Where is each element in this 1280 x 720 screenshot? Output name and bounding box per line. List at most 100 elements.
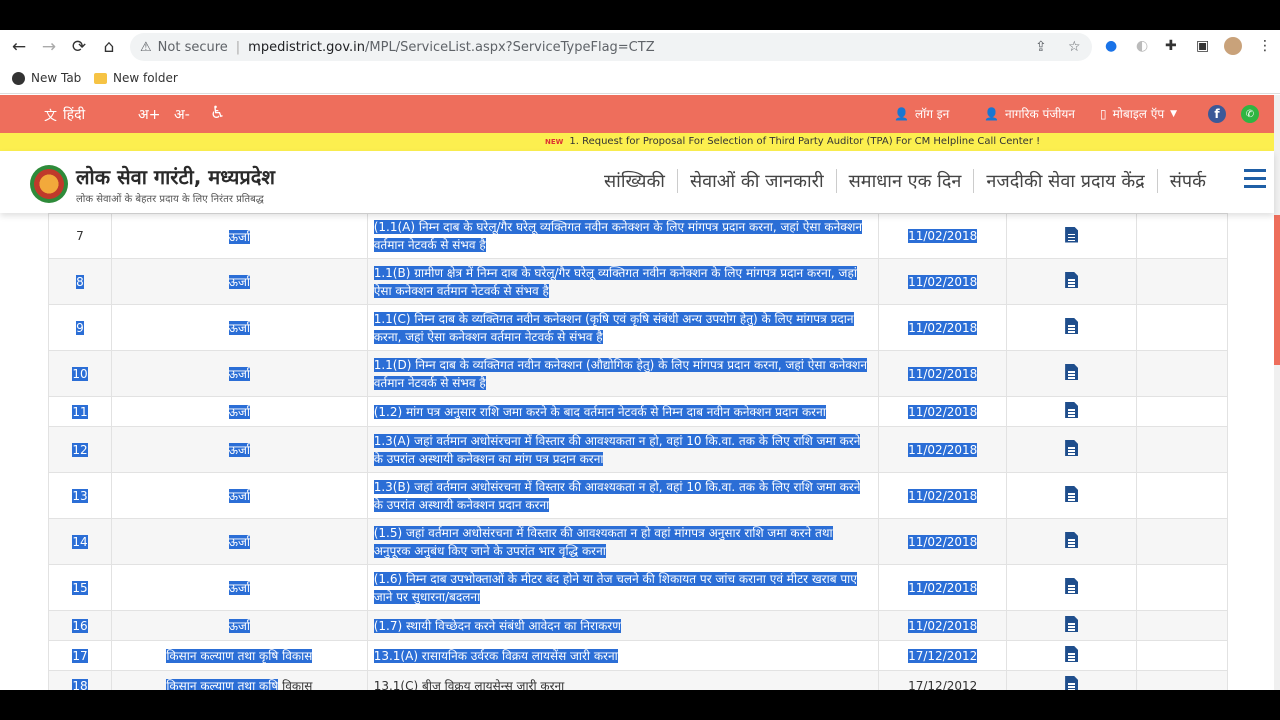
table-row: 12 ऊर्जा 1.3(A) जहां वर्तमान अधोसंरचना में…: [48, 426, 1228, 473]
extra-cell: [1136, 396, 1228, 427]
document-icon[interactable]: [1065, 272, 1079, 288]
puzzle-icon[interactable]: ✚: [1165, 38, 1177, 54]
folder-icon: [94, 72, 107, 84]
nav-samadhan-ek-din[interactable]: समाधान एक दिन: [837, 169, 975, 193]
table-row: 16 ऊर्जा (1.7) स्थायी विच्छेदन करने संबंधी…: [48, 610, 1228, 641]
hamburger-menu-icon[interactable]: [1244, 169, 1266, 189]
service-date: 11/02/2018: [908, 488, 978, 503]
extra-cell: [1136, 213, 1228, 259]
document-icon[interactable]: [1065, 318, 1079, 334]
service-date: 11/02/2018: [908, 366, 978, 381]
nav-nearby-centre[interactable]: नजदीकी सेवा प्रदाय केंद्र: [974, 169, 1158, 193]
nav-statistics[interactable]: सांख्यिकी: [592, 169, 678, 193]
language-toggle[interactable]: 文 हिंदी: [44, 105, 85, 124]
date-cell: 17/12/2012: [878, 640, 1008, 671]
document-icon[interactable]: [1065, 532, 1079, 548]
document-cell: [1006, 350, 1138, 397]
bookmark-new-folder[interactable]: New folder: [94, 71, 178, 85]
url-field[interactable]: ⚠ Not secure | mpedistrict.gov.in/MPL/Se…: [130, 33, 1092, 61]
document-icon[interactable]: [1065, 486, 1079, 502]
page-scrollbar[interactable]: [1274, 95, 1280, 690]
font-decrease-button[interactable]: अ-: [174, 105, 190, 124]
table-row: 9 ऊर्जा 1.1(C) निम्न दाब के व्यक्तिगत नवीन…: [48, 304, 1228, 351]
share-icon[interactable]: ⇪: [1035, 39, 1047, 55]
document-icon[interactable]: [1065, 676, 1079, 690]
service-cell: 1.1(B) ग्रामीण क्षेत्र में निम्न दाब के …: [366, 258, 880, 305]
font-increase-button[interactable]: अ+: [138, 105, 160, 124]
extension-icon-2[interactable]: ◐: [1136, 38, 1148, 54]
serial-cell: 8: [48, 258, 112, 305]
extra-cell: [1136, 640, 1228, 671]
serial-number: 18: [72, 678, 88, 690]
chevron-down-icon: ▼: [1170, 108, 1178, 119]
translate-icon: 文: [44, 109, 58, 124]
document-cell: [1006, 518, 1138, 565]
table-body: 7 ऊर्जा (1.1(A) निम्न दाब के घरेलू/गैर घरे…: [48, 213, 1228, 690]
dept-text: ऊर्जा: [228, 275, 251, 289]
nav-contact[interactable]: संपर्क: [1158, 169, 1218, 193]
date-cell: 11/02/2018: [878, 472, 1008, 519]
date-cell: 11/02/2018: [878, 426, 1008, 473]
not-secure-label: Not secure: [157, 39, 228, 55]
extra-cell: [1136, 304, 1228, 351]
extra-cell: [1136, 472, 1228, 519]
login-link[interactable]: 👤 लॉग इन: [894, 105, 949, 122]
document-cell: [1006, 426, 1138, 473]
service-cell: (1.5) जहां वर्तमान अधोसंरचना में विस्तार…: [366, 518, 880, 565]
document-cell: [1006, 258, 1138, 305]
accessibility-icon[interactable]: ♿: [210, 103, 225, 123]
nav-services-info[interactable]: सेवाओं की जानकारी: [678, 169, 837, 193]
reload-icon[interactable]: ⟳: [64, 32, 94, 62]
scrollbar-thumb[interactable]: [1274, 215, 1280, 365]
sidebar-icon[interactable]: ▣: [1196, 38, 1209, 54]
new-badge: NEW: [545, 138, 564, 146]
document-icon[interactable]: [1065, 578, 1079, 594]
news-ticker: NEW 1. Request for Proposal For Selection…: [0, 133, 1274, 151]
document-icon[interactable]: [1065, 226, 1079, 243]
document-icon[interactable]: [1065, 616, 1079, 632]
extension-icon[interactable]: ●: [1105, 38, 1117, 54]
forward-icon[interactable]: →: [34, 32, 64, 62]
whatsapp-icon[interactable]: ✆: [1241, 105, 1259, 123]
serial-number: 17: [72, 648, 88, 663]
facebook-icon[interactable]: f: [1208, 105, 1226, 123]
extra-cell: [1136, 518, 1228, 565]
date-cell: 11/02/2018: [878, 213, 1008, 259]
department-cell: किसान कल्याण तथा कृषि विकास: [110, 640, 368, 671]
document-icon[interactable]: [1065, 364, 1079, 380]
serial-cell: 7: [48, 213, 112, 259]
service-date: 11/02/2018: [908, 442, 978, 457]
bookmark-star-icon[interactable]: ☆: [1068, 39, 1081, 55]
back-icon[interactable]: ←: [4, 32, 34, 62]
department-cell: ऊर्जा: [110, 426, 368, 473]
avatar[interactable]: [1224, 37, 1242, 55]
service-cell: (1.6) निम्न दाब उपभोक्ताओं के मीटर बंद ह…: [366, 564, 880, 611]
serial-cell: 14: [48, 518, 112, 565]
serial-cell: 10: [48, 350, 112, 397]
date-cell: 11/02/2018: [878, 350, 1008, 397]
mobile-app-dropdown[interactable]: ▯ मोबाइल ऍप ▼: [1100, 105, 1177, 122]
bookmark-new-tab[interactable]: New Tab: [12, 71, 81, 85]
service-cell: 1.1(C) निम्न दाब के व्यक्तिगत नवीन कनेक्…: [366, 304, 880, 351]
department-cell: ऊर्जा: [110, 518, 368, 565]
serial-cell: 12: [48, 426, 112, 473]
document-icon[interactable]: [1065, 440, 1079, 456]
document-cell: [1006, 564, 1138, 611]
serial-cell: 17: [48, 640, 112, 671]
mobile-icon: ▯: [1100, 106, 1107, 121]
document-cell: [1006, 213, 1138, 259]
extra-cell: [1136, 350, 1228, 397]
document-icon[interactable]: [1065, 402, 1079, 418]
citizen-registration-link[interactable]: 👤 नागरिक पंजीयन: [984, 105, 1075, 122]
site-name[interactable]: लोक सेवा गारंटी, मध्यप्रदेश: [76, 163, 275, 190]
kebab-menu-icon[interactable]: ⋮: [1258, 38, 1272, 54]
home-icon[interactable]: ⌂: [94, 32, 124, 62]
date-cell: 17/12/2012: [878, 670, 1008, 690]
dept-text: ऊर्जा: [228, 489, 251, 503]
serial-number: 8: [76, 274, 84, 289]
mp-emblem-logo[interactable]: [30, 165, 68, 203]
ticker-link[interactable]: NEW 1. Request for Proposal For Selection…: [545, 136, 1040, 147]
document-icon[interactable]: [1065, 646, 1079, 662]
service-list-table: 7 ऊर्जा (1.1(A) निम्न दाब के घरेलू/गैर घरे…: [48, 213, 1228, 690]
service-name: 1.3(B) जहां वर्तमान अधोसंरचना में विस्ता…: [373, 479, 861, 512]
